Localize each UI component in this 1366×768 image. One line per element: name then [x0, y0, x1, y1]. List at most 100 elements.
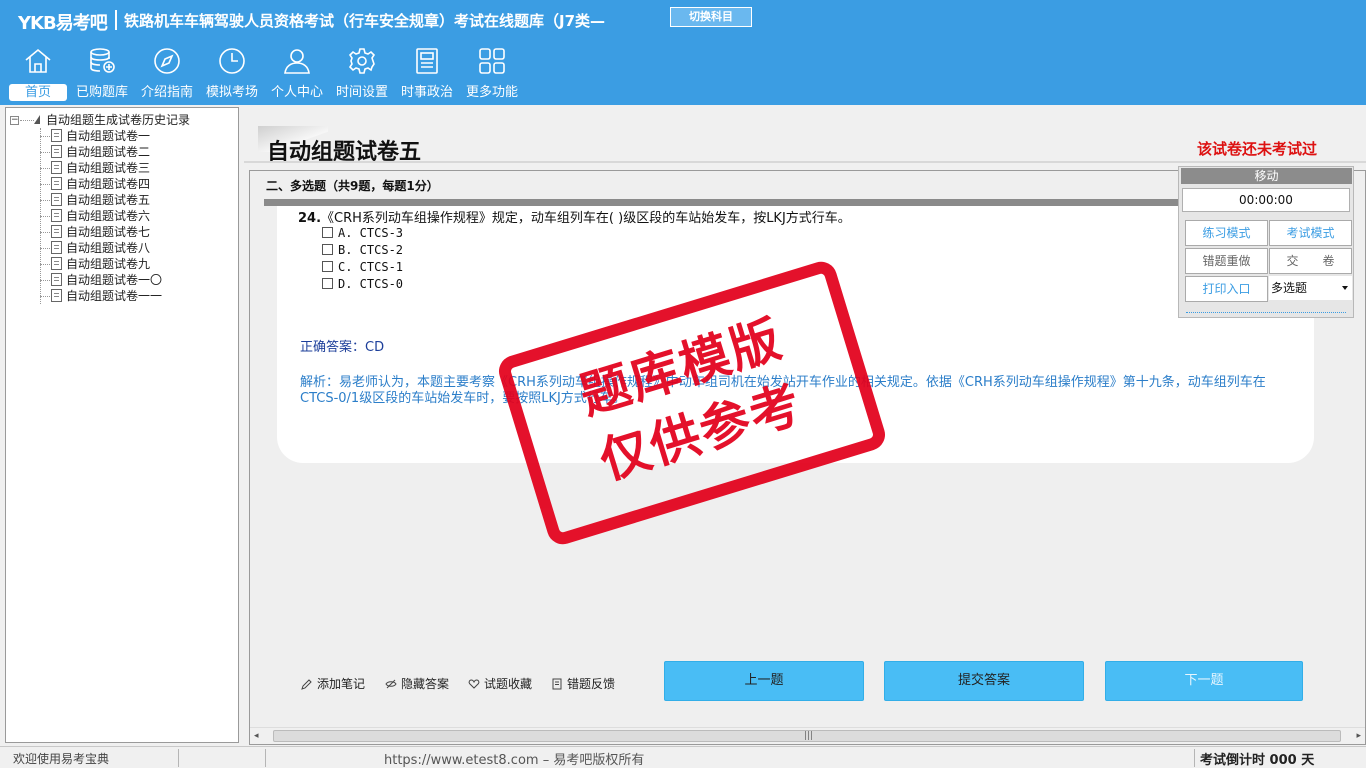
status-bar: 欢迎使用易考宝典 https://www.etest8.com – 易考吧版权所… — [0, 746, 1366, 768]
document-icon — [51, 129, 62, 142]
print-entry-button[interactable]: 打印入口 — [1185, 276, 1268, 302]
gear-icon — [348, 48, 376, 74]
nav-more-label: 更多功能 — [465, 85, 518, 100]
exam-mode-button[interactable]: 考试模式 — [1269, 220, 1352, 246]
correct-answer: 正确答案：CD — [300, 336, 384, 355]
app-title: 铁路机车车辆驾驶人员资格考试（行车安全规章）考试在线题库（J7类— — [124, 12, 606, 30]
answer-label: 正确答案： — [300, 340, 366, 355]
tree-item-selected[interactable]: 自动组题试卷五 — [6, 192, 238, 208]
tree-item-label: 自动组题试卷七 — [66, 225, 151, 239]
tree-item-label: 自动组题试卷一〇 — [66, 273, 163, 287]
tree-item[interactable]: 自动组题试卷三 — [6, 160, 238, 176]
checkbox[interactable] — [322, 261, 333, 272]
scroll-right-icon[interactable]: ▸ — [1356, 731, 1361, 741]
tree-item[interactable]: 自动组题试卷七 — [6, 224, 238, 240]
tree-item[interactable]: 自动组题试卷六 — [6, 208, 238, 224]
option-b[interactable]: B. CTCS-2 — [322, 243, 403, 257]
welcome-text: 欢迎使用易考宝典 — [13, 752, 110, 766]
submit-answer-button[interactable]: 提交答案 — [884, 661, 1084, 701]
panel-divider — [1186, 312, 1346, 313]
status-separator — [1194, 749, 1195, 767]
home-icon — [25, 48, 51, 73]
option-c[interactable]: C. CTCS-1 — [322, 260, 403, 274]
nav-mock-exam[interactable]: 模拟考场 — [201, 46, 263, 104]
nav-home[interactable]: 首页 — [7, 46, 69, 104]
nav-guide[interactable]: 介绍指南 — [136, 46, 198, 104]
grip-icon: ||| — [804, 731, 814, 741]
nav-personal[interactable]: 个人中心 — [266, 46, 328, 104]
switch-subject-button[interactable]: 切换科目 — [670, 7, 752, 27]
document-icon — [51, 241, 62, 254]
app-logo: YKB易考吧 — [18, 13, 108, 34]
nav-mock-exam-label: 模拟考场 — [205, 85, 258, 100]
nav-purchased-label: 已购题库 — [75, 85, 128, 100]
scroll-left-icon[interactable]: ◂ — [254, 731, 259, 741]
tree-item[interactable]: 自动组题试卷八 — [6, 240, 238, 256]
option-a[interactable]: A. CTCS-3 — [322, 226, 403, 240]
checkbox[interactable] — [322, 278, 333, 289]
title-separator — [115, 10, 117, 30]
tree-item[interactable]: 自动组题试卷二 — [6, 144, 238, 160]
user-icon — [284, 49, 310, 74]
exam-countdown: 考试倒计时 000 天 — [1200, 753, 1315, 768]
tree-item[interactable]: 自动组题试卷四 — [6, 176, 238, 192]
tree-item[interactable]: 自动组题试卷一〇 — [6, 272, 238, 288]
favorite-tool[interactable]: 试题收藏 — [468, 675, 532, 692]
status-separator — [265, 749, 266, 767]
grid-icon — [479, 48, 505, 74]
favorite-label: 试题收藏 — [484, 677, 533, 691]
document-icon — [51, 289, 62, 302]
document-icon — [51, 145, 62, 158]
clock-icon — [219, 48, 245, 74]
question-type-value: 多选题 — [1271, 281, 1308, 295]
history-tree: − 自动组题生成试卷历史记录 自动组题试卷一 自动组题试卷二 自动组题试卷三 自… — [6, 112, 238, 304]
question-type-select[interactable]: 多选题 — [1269, 276, 1352, 300]
submit-paper-button[interactable]: 交 卷 — [1269, 248, 1352, 274]
tree-item[interactable]: 自动组题试卷九 — [6, 256, 238, 272]
heart-icon — [468, 679, 480, 689]
exam-timer: 00:00:00 — [1182, 188, 1350, 212]
newspaper-icon — [416, 48, 438, 74]
add-note-tool[interactable]: 添加笔记 — [301, 675, 365, 692]
collapse-icon[interactable]: − — [10, 116, 19, 125]
document-icon — [51, 177, 62, 190]
feedback-tool[interactable]: 错题反馈 — [551, 675, 615, 692]
question-number: 24. — [298, 211, 322, 226]
hide-answer-tool[interactable]: 隐藏答案 — [385, 675, 449, 692]
document-icon — [51, 209, 62, 222]
checkbox[interactable] — [322, 244, 333, 255]
nav-more[interactable]: 更多功能 — [461, 46, 523, 104]
nav-current-affairs-label: 时事政治 — [400, 85, 453, 100]
nav-purchased[interactable]: 已购题库 — [71, 46, 133, 104]
nav-current-affairs[interactable]: 时事政治 — [396, 46, 458, 104]
tree-root[interactable]: − 自动组题生成试卷历史记录 — [6, 112, 238, 128]
scrollbar-thumb[interactable]: ||| — [273, 730, 1341, 742]
exam-status-text: 该试卷还未考试过 — [1197, 140, 1318, 158]
practice-mode-button[interactable]: 练习模式 — [1185, 220, 1268, 246]
tree-item[interactable]: 自动组题试卷一 — [6, 128, 238, 144]
document-icon — [51, 225, 62, 238]
nav-time-settings[interactable]: 时间设置 — [331, 46, 393, 104]
next-question-button[interactable]: 下一题 — [1105, 661, 1303, 701]
app-header: YKB易考吧 铁路机车车辆驾驶人员资格考试（行车安全规章）考试在线题库（J7类—… — [0, 0, 1366, 105]
database-icon — [90, 48, 115, 73]
nav-home-label: 首页 — [9, 84, 67, 101]
tree-item-label: 自动组题试卷二 — [66, 145, 151, 159]
nav-personal-label: 个人中心 — [270, 85, 323, 100]
option-d[interactable]: D. CTCS-0 — [322, 277, 403, 291]
tree-item[interactable]: 自动组题试卷一一 — [6, 288, 238, 304]
title-divider — [244, 161, 1366, 163]
nav-guide-label: 介绍指南 — [140, 85, 193, 100]
option-label: D. CTCS-0 — [338, 277, 404, 291]
tree-root-label: 自动组题生成试卷历史记录 — [46, 113, 191, 127]
tree-item-label: 自动组题试卷四 — [66, 177, 151, 191]
add-note-label: 添加笔记 — [317, 677, 366, 691]
prev-question-button[interactable]: 上一题 — [664, 661, 864, 701]
document-icon — [51, 161, 62, 174]
document-icon — [51, 273, 62, 286]
checkbox[interactable] — [322, 227, 333, 238]
redo-wrong-button[interactable]: 错题重做 — [1185, 248, 1268, 274]
horizontal-scrollbar[interactable]: ◂ ||| ▸ — [250, 727, 1365, 744]
move-handle[interactable]: 移动 — [1181, 168, 1352, 184]
tree-item-label: 自动组题试卷一一 — [66, 289, 163, 303]
